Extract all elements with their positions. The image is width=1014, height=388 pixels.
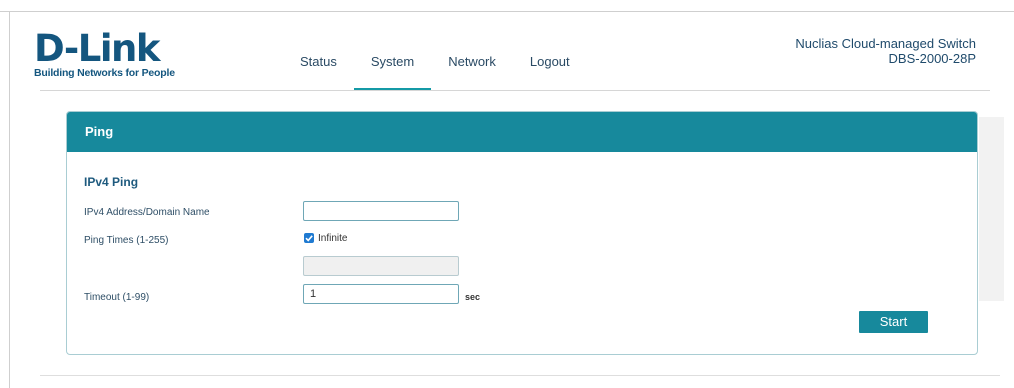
nav-system[interactable]: System <box>353 44 432 90</box>
nav-status[interactable]: Status <box>283 44 354 78</box>
window-top-border <box>0 11 1014 12</box>
side-background <box>979 117 1004 301</box>
device-model: DBS-2000-28P <box>888 51 976 66</box>
address-label: IPv4 Address/Domain Name <box>84 207 210 218</box>
nav-logout[interactable]: Logout <box>513 44 587 78</box>
timeout-unit: sec <box>465 292 481 302</box>
ping-panel: Ping IPv4 Ping IPv4 Address/Domain Name … <box>66 111 978 355</box>
window-left-border <box>9 11 10 388</box>
main-nav: Status System Network Logout <box>283 44 587 90</box>
start-button[interactable]: Start <box>859 311 928 333</box>
timeout-label: Timeout (1-99) <box>84 292 150 303</box>
infinite-checkbox[interactable] <box>304 233 314 243</box>
panel-title: Ping <box>67 112 977 152</box>
device-info: Nuclias Cloud-managed Switch DBS-2000-28… <box>795 36 976 66</box>
timeout-input[interactable] <box>303 284 459 304</box>
nav-network[interactable]: Network <box>431 44 513 78</box>
logo-brand: D-Link <box>34 27 160 70</box>
device-title: Nuclias Cloud-managed Switch <box>795 36 976 51</box>
logo-tagline: Building Networks for People <box>34 67 175 79</box>
infinite-label: Infinite <box>318 233 348 244</box>
ping-times-input[interactable] <box>303 256 459 276</box>
section-title: IPv4 Ping <box>84 175 139 189</box>
footer-divider <box>40 375 1000 376</box>
checkmark-icon <box>305 235 313 242</box>
address-input[interactable] <box>303 201 459 221</box>
dlink-logo: D-Link Building Networks for People <box>34 30 184 80</box>
ping-times-label: Ping Times (1-255) <box>84 235 169 246</box>
nav-divider <box>40 90 990 91</box>
